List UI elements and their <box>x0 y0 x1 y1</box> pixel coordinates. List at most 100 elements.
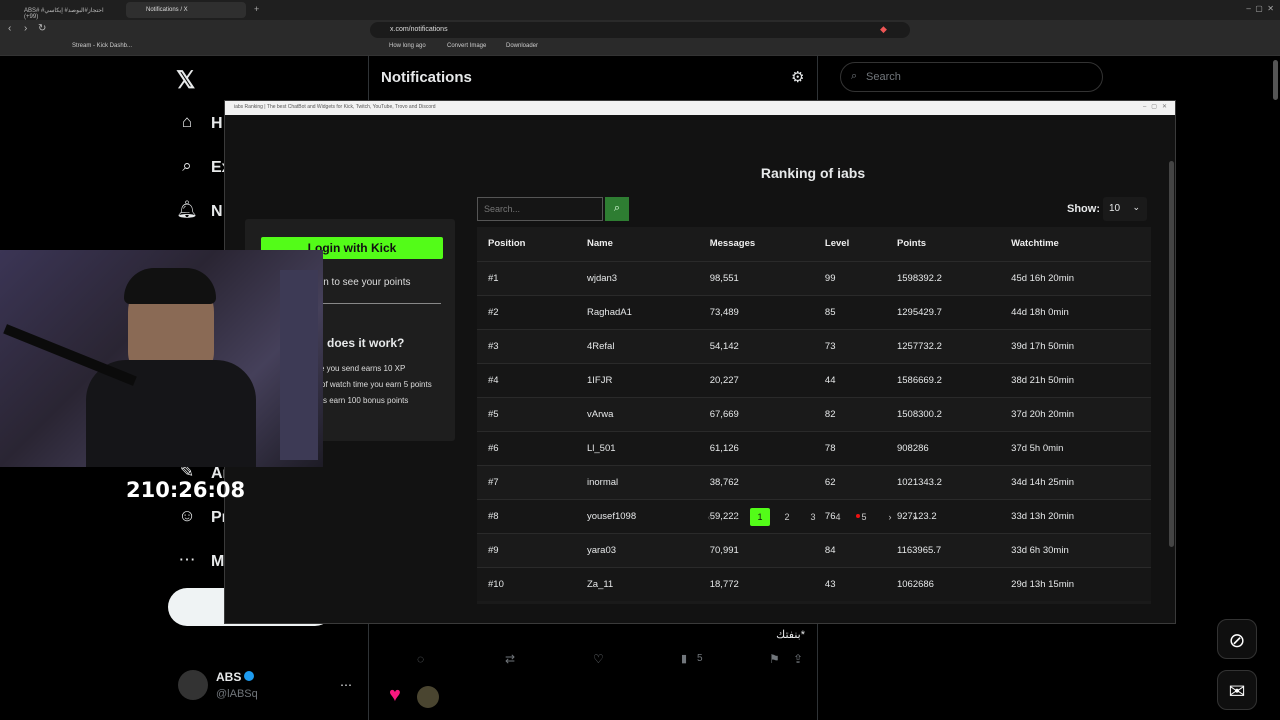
back-icon[interactable]: ‹ <box>8 23 11 34</box>
bookmark-how-long-ago[interactable]: How long ago <box>389 43 426 49</box>
ranking-table: Position Name Messages Level Points Watchtime… <box>477 227 1151 604</box>
divider <box>321 303 441 304</box>
forward-icon[interactable]: › <box>24 23 27 34</box>
like-icon[interactable]: ♡ <box>593 652 604 666</box>
table-cell-position: #1 <box>477 260 576 295</box>
notifications-icon[interactable]: 🔔︎ <box>176 200 198 222</box>
page-button[interactable]: 2 <box>777 508 797 526</box>
avatar[interactable] <box>178 670 208 700</box>
explore-icon[interactable]: ⌕ <box>176 156 198 178</box>
page-button[interactable]: 4 <box>828 508 848 526</box>
bookmark-downloader[interactable]: Downloader <box>506 43 538 49</box>
table-cell-messages: 20,227 <box>698 362 814 397</box>
microphone-arm <box>3 324 137 386</box>
ranking-search-button[interactable]: ⌕ <box>605 197 629 221</box>
shelf <box>280 270 318 460</box>
show-select[interactable]: 10 ⌄ <box>1103 197 1147 221</box>
profile-icon[interactable]: ☺ <box>176 506 198 528</box>
window-controls[interactable]: – ▢ ✕ <box>1246 4 1274 13</box>
brave-shield-icon[interactable]: ◆ <box>880 24 887 35</box>
search-icon: ⌕ <box>613 202 621 214</box>
webcam-feed <box>0 250 323 467</box>
column-header: Name <box>586 238 613 250</box>
table-cell-watchtime: 33d 13h 20min <box>1000 498 1151 533</box>
notifications-header: Notifications ⚙ <box>368 56 818 100</box>
table-cell-watchtime: 34d 14h 25min <box>1000 464 1151 499</box>
table-cell-points: 1021343.2 <box>885 464 1001 499</box>
page-button[interactable]: 1 <box>750 508 770 526</box>
popup-scrollbar[interactable] <box>1169 161 1174 547</box>
home-icon[interactable]: ⌂ <box>176 112 198 134</box>
ranking-search-input[interactable] <box>477 197 603 221</box>
account-handle: @lABSq <box>216 688 258 700</box>
table-cell-position: #8 <box>477 498 576 533</box>
first-page-icon[interactable]: « <box>700 508 720 526</box>
how-it-works-heading: does it work? <box>327 336 405 350</box>
last-page-icon[interactable]: » <box>905 508 925 526</box>
verified-badge-icon <box>244 671 254 681</box>
url-field[interactable]: x.com/notifications <box>370 22 910 38</box>
bookmark-icon[interactable]: ⚑ <box>769 652 780 666</box>
table-cell-position: #3 <box>477 328 576 363</box>
views-count: 5 <box>697 653 703 664</box>
table-cell-name: 4Refal <box>575 328 699 363</box>
ranking-heading: Ranking of iabs <box>760 165 866 181</box>
show-label: Show: <box>1067 203 1100 215</box>
bookmarks-bar: Stream - Kick Dashb... How long ago Conv… <box>0 40 1280 56</box>
table-cell-points: 927123.2 <box>885 498 1001 533</box>
browser-tab-active[interactable]: Notifications / X <box>126 2 246 18</box>
account-menu-icon[interactable]: ⋯ <box>340 678 352 692</box>
table-cell-position: #10 <box>477 566 576 601</box>
how-line-3: s earn 100 bonus points <box>323 396 409 405</box>
bookmark-kick[interactable]: Stream - Kick Dashb... <box>72 43 132 49</box>
column-header: Level <box>824 238 850 250</box>
repost-icon[interactable]: ⇄ <box>505 652 515 666</box>
nav-home-label[interactable]: H <box>211 115 223 133</box>
nav-more-label[interactable]: M <box>211 553 224 571</box>
browser-tab-bar: ABS# #احتجاز#البوصد# إيكاسي (99+) Notifi… <box>0 0 1280 20</box>
how-line-2: of watch time you earn 5 points <box>321 380 432 389</box>
table-cell-level: 82 <box>813 396 886 431</box>
nav-notifications-label[interactable]: N <box>211 203 223 221</box>
table-cell-points: 1295429.7 <box>885 294 1001 329</box>
table-cell-messages: 70,991 <box>698 532 814 567</box>
table-row: #6 Ll_501 61,126 78 908286 37d 5h 0min <box>477 430 1151 465</box>
next-page-icon[interactable]: › <box>880 508 900 526</box>
stream-timer: 210:26:08 <box>126 478 246 502</box>
prev-page-icon[interactable]: ‹ <box>726 508 746 526</box>
table-cell-name: RaghadA1 <box>575 294 699 329</box>
account-name: ABS <box>216 670 242 684</box>
table-row: #4 1IFJR 20,227 44 1586669.2 38d 21h 50min <box>477 362 1151 397</box>
x-logo[interactable]: 𝕏 <box>176 66 195 95</box>
browser-tab[interactable]: ABS# #احتجاز#البوصد# إيكاسي (99+) <box>4 2 122 20</box>
bookmark-convert-image[interactable]: Convert Image <box>447 43 486 49</box>
table-cell-watchtime: 38d 21h 50min <box>1000 362 1151 397</box>
popup-window-controls[interactable]: – ▢ ✕ <box>1143 103 1167 110</box>
more-icon[interactable]: ⋯ <box>176 550 198 572</box>
new-tab-icon[interactable]: + <box>254 4 259 14</box>
column-header: Watchtime <box>1011 238 1059 250</box>
page-button[interactable]: 5 <box>854 508 874 526</box>
share-icon[interactable]: ⇪ <box>793 652 803 666</box>
page-scrollbar[interactable] <box>1273 60 1278 100</box>
table-cell-name: Ll_501 <box>575 430 699 465</box>
messages-icon[interactable]: ✉ <box>1217 670 1257 710</box>
reply-icon[interactable]: ◌ <box>417 652 424 666</box>
reload-icon[interactable]: ↻ <box>38 23 46 34</box>
table-cell-points: 1163965.7 <box>885 532 1001 567</box>
x-search-input[interactable]: ⌕ Search <box>840 62 1103 92</box>
column-header: Messages <box>709 238 756 250</box>
table-cell-messages: 61,126 <box>698 430 814 465</box>
chevron-down-icon: ⌄ <box>1132 202 1140 212</box>
address-bar-row: ‹ › ↻ x.com/notifications ◆ <box>0 20 1280 40</box>
table-cell-points: 1062686 <box>885 566 1001 601</box>
grok-icon[interactable]: ⊘ <box>1217 619 1257 659</box>
settings-gear-icon[interactable]: ⚙ <box>791 68 804 86</box>
table-cell-name: wjdan3 <box>575 260 699 295</box>
views-icon[interactable]: ▮ <box>681 652 687 665</box>
login-hint: in to see your points <box>321 277 411 288</box>
table-cell-level: 76 <box>813 498 886 533</box>
table-cell-messages: 54,142 <box>698 328 814 363</box>
page-button[interactable]: 3 <box>803 508 823 526</box>
table-row: #2 RaghadA1 73,489 85 1295429.7 44d 18h 0min <box>477 294 1151 329</box>
